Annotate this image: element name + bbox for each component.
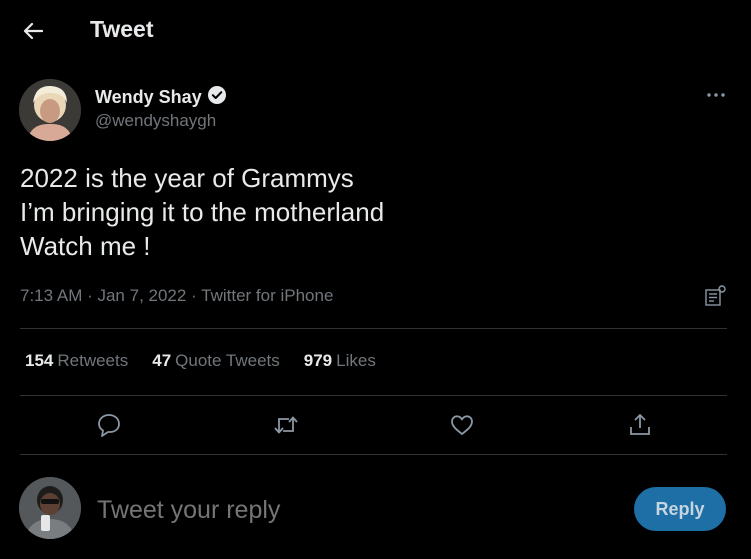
tweet-line: I’m bringing it to the motherland bbox=[20, 197, 385, 227]
tweet-line: 2022 is the year of Grammys bbox=[20, 163, 354, 193]
more-icon[interactable] bbox=[700, 84, 732, 106]
author-avatar[interactable] bbox=[19, 79, 81, 141]
like-icon[interactable] bbox=[447, 410, 477, 440]
top-bar: Tweet bbox=[0, 0, 751, 62]
reply-button[interactable]: Reply bbox=[634, 487, 726, 531]
tweet-text: 2022 is the year of Grammys I’m bringing… bbox=[20, 161, 384, 263]
divider bbox=[20, 454, 727, 455]
author-name-row[interactable]: Wendy Shay bbox=[95, 85, 227, 110]
divider bbox=[20, 328, 727, 329]
quote-tweets-label: Quote Tweets bbox=[175, 351, 280, 370]
page-title: Tweet bbox=[90, 16, 154, 42]
author-name[interactable]: Wendy Shay bbox=[95, 87, 202, 108]
back-arrow-icon[interactable] bbox=[18, 16, 48, 46]
reply-input[interactable] bbox=[97, 493, 497, 527]
retweets-stat[interactable]: 154 Retweets bbox=[25, 351, 128, 371]
quote-tweets-count: 47 bbox=[152, 351, 172, 370]
divider bbox=[20, 395, 727, 396]
likes-label: Likes bbox=[336, 351, 376, 370]
likes-stat[interactable]: 979 Likes bbox=[304, 351, 376, 371]
quote-tweets-stat[interactable]: 47 Quote Tweets bbox=[152, 351, 280, 371]
analytics-icon[interactable] bbox=[703, 284, 727, 308]
retweets-label: Retweets bbox=[57, 351, 129, 370]
share-icon[interactable] bbox=[625, 410, 655, 440]
user-avatar[interactable] bbox=[19, 477, 81, 539]
retweet-icon[interactable] bbox=[271, 410, 301, 440]
author-handle[interactable]: @wendyshaygh bbox=[95, 111, 216, 131]
likes-count: 979 bbox=[303, 351, 333, 370]
tweet-meta[interactable]: 7:13 AM · Jan 7, 2022 · Twitter for iPho… bbox=[20, 286, 333, 306]
tweet-stats: 154 Retweets 47 Quote Tweets 979 Likes bbox=[25, 351, 376, 371]
retweets-count: 154 bbox=[25, 351, 54, 370]
verified-badge-icon bbox=[207, 85, 227, 110]
reply-icon[interactable] bbox=[94, 410, 124, 440]
tweet-line: Watch me ! bbox=[20, 231, 151, 261]
